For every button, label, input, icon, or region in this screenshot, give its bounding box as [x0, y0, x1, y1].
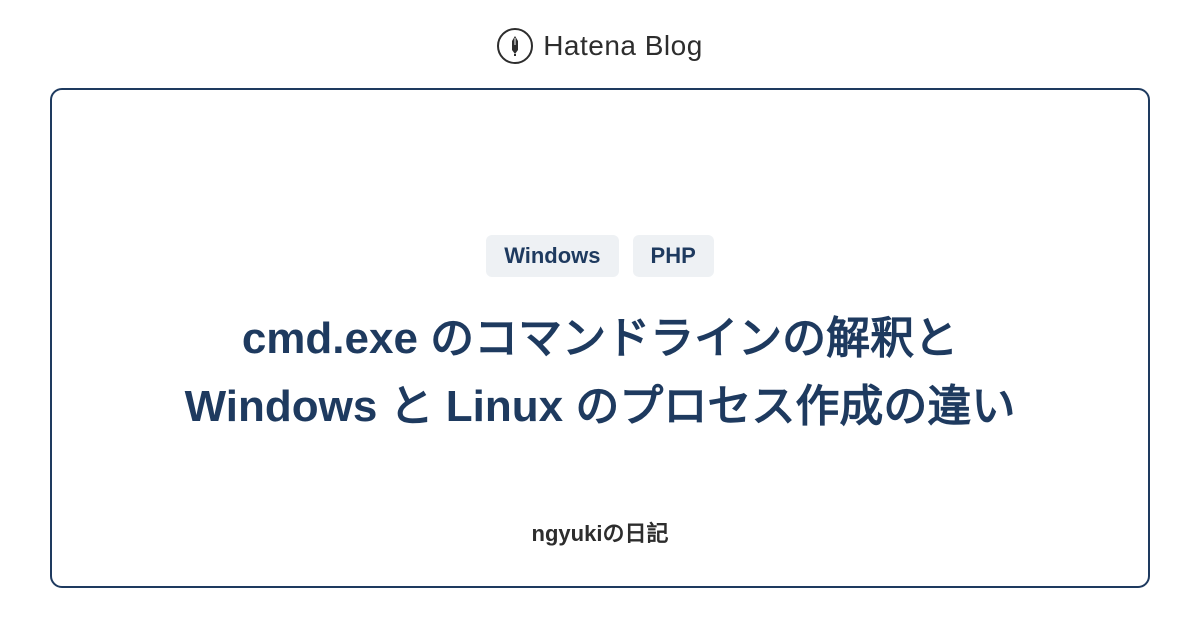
article-title: cmd.exe のコマンドラインの解釈と Windows と Linux のプロ…: [150, 305, 1050, 441]
tag-windows[interactable]: Windows: [486, 235, 618, 277]
article-card: Windows PHP cmd.exe のコマンドラインの解釈と Windows…: [50, 88, 1150, 588]
hatena-logo-icon: [497, 28, 533, 64]
header: Hatena Blog: [497, 0, 703, 88]
blog-name[interactable]: ngyukiの日記: [532, 516, 669, 548]
tag-php[interactable]: PHP: [633, 235, 714, 277]
tags-row: Windows PHP: [486, 235, 714, 277]
brand-text: Hatena Blog: [543, 30, 703, 62]
